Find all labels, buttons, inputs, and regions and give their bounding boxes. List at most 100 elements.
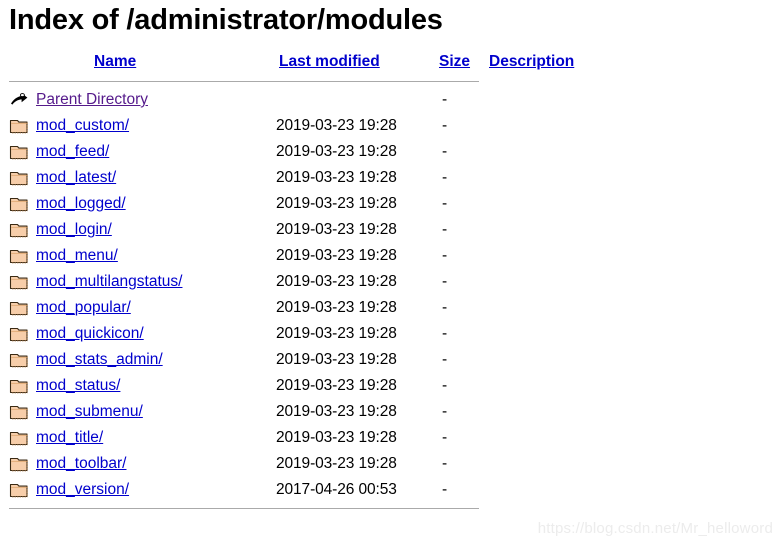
directory-link[interactable]: mod_login/ (36, 221, 112, 238)
directory-link[interactable]: mod_multilangstatus/ (36, 273, 182, 290)
row-last-modified-cell: 2019-03-23 19:28 (276, 117, 397, 134)
table-row[interactable]: mod_menu/ 2019-03-23 19:28 - (9, 243, 579, 269)
directory-link[interactable]: mod_feed/ (36, 143, 109, 160)
horizontal-rule-top (9, 81, 479, 82)
row-description-cell (486, 451, 579, 477)
directory-link[interactable]: mod_quickicon/ (36, 325, 144, 342)
table-bottom-rule-cell (9, 503, 579, 512)
column-header-icon (9, 49, 36, 77)
directory-link[interactable]: mod_latest/ (36, 169, 116, 186)
row-description-cell (486, 373, 579, 399)
row-description-cell (486, 217, 579, 243)
row-icon-cell (9, 165, 36, 191)
row-size-cell: - (442, 325, 448, 342)
directory-link[interactable]: mod_custom/ (36, 117, 129, 134)
folder-icon (9, 428, 29, 448)
row-size-cell: - (442, 195, 448, 212)
folder-icon (9, 350, 29, 370)
table-row[interactable]: mod_version/ 2017-04-26 00:53 - (9, 477, 579, 503)
table-top-rule-row (9, 77, 579, 87)
folder-icon (9, 194, 29, 214)
row-last-modified-cell: 2019-03-23 19:28 (276, 403, 397, 420)
parent-directory-link[interactable]: Parent Directory (36, 91, 148, 108)
row-size-cell: - (442, 299, 448, 316)
directory-link[interactable]: mod_logged/ (36, 195, 126, 212)
row-icon-cell (9, 243, 36, 269)
directory-link[interactable]: mod_title/ (36, 429, 103, 446)
table-row[interactable]: mod_popular/ 2019-03-23 19:28 - (9, 295, 579, 321)
row-icon-cell (9, 347, 36, 373)
page-title: Index of /administrator/modules (9, 4, 443, 36)
row-name-cell: mod_menu/ (36, 243, 276, 269)
row-last-modified-cell: 2019-03-23 19:28 (276, 429, 397, 446)
directory-link[interactable]: mod_popular/ (36, 299, 131, 316)
row-description-cell (486, 269, 579, 295)
folder-icon (9, 376, 29, 396)
row-name-cell: mod_custom/ (36, 113, 276, 139)
folder-icon (9, 116, 29, 136)
sort-by-name-link[interactable]: Name (94, 53, 136, 70)
row-last-modified-cell: 2019-03-23 19:28 (276, 247, 397, 264)
row-name-cell: mod_submenu/ (36, 399, 276, 425)
row-last-modified-cell: 2019-03-23 19:28 (276, 143, 397, 160)
table-row[interactable]: mod_quickicon/ 2019-03-23 19:28 - (9, 321, 579, 347)
row-description-cell (486, 321, 579, 347)
row-description-cell (486, 191, 579, 217)
row-description-cell (486, 347, 579, 373)
directory-link[interactable]: mod_status/ (36, 377, 120, 394)
column-header-size: Size (436, 49, 486, 77)
row-size-cell: - (442, 143, 448, 160)
table-row[interactable]: mod_logged/ 2019-03-23 19:28 - (9, 191, 579, 217)
row-name-cell: mod_latest/ (36, 165, 276, 191)
row-description-cell (486, 243, 579, 269)
directory-link[interactable]: mod_menu/ (36, 247, 118, 264)
row-name-cell: mod_feed/ (36, 139, 276, 165)
row-icon-cell (9, 217, 36, 243)
row-last-modified-cell: 2019-03-23 19:28 (276, 351, 397, 368)
table-row[interactable]: mod_custom/ 2019-03-23 19:28 - (9, 113, 579, 139)
row-last-modified-cell: 2019-03-23 19:28 (276, 273, 397, 290)
sort-by-last-modified-link[interactable]: Last modified (279, 53, 380, 70)
row-name-cell: mod_popular/ (36, 295, 276, 321)
sort-by-size-link[interactable]: Size (439, 53, 470, 70)
directory-link[interactable]: mod_toolbar/ (36, 455, 126, 472)
directory-index-body: Name Last modified Size Description Pare… (9, 49, 579, 512)
row-size-cell: - (442, 247, 448, 264)
row-last-modified-cell: 2017-04-26 00:53 (276, 481, 397, 498)
table-row[interactable]: mod_feed/ 2019-03-23 19:28 - (9, 139, 579, 165)
table-row[interactable]: mod_status/ 2019-03-23 19:28 - (9, 373, 579, 399)
table-row[interactable]: mod_login/ 2019-03-23 19:28 - (9, 217, 579, 243)
row-last-modified-cell: 2019-03-23 19:28 (276, 169, 397, 186)
row-size-cell: - (442, 429, 448, 446)
row-size-cell: - (442, 169, 448, 186)
row-name-cell: mod_toolbar/ (36, 451, 276, 477)
folder-icon (9, 272, 29, 292)
directory-index-table: Name Last modified Size Description Pare… (9, 49, 579, 512)
directory-link[interactable]: mod_version/ (36, 481, 129, 498)
row-description-cell (486, 477, 579, 503)
table-header-row: Name Last modified Size Description (9, 49, 579, 77)
row-name-cell: mod_title/ (36, 425, 276, 451)
table-row[interactable]: mod_stats_admin/ 2019-03-23 19:28 - (9, 347, 579, 373)
row-icon-cell (9, 321, 36, 347)
back-arrow-icon (9, 90, 29, 110)
table-row[interactable]: mod_submenu/ 2019-03-23 19:28 - (9, 399, 579, 425)
row-icon-cell (9, 269, 36, 295)
directory-link[interactable]: mod_stats_admin/ (36, 351, 163, 368)
table-row[interactable]: mod_toolbar/ 2019-03-23 19:28 - (9, 451, 579, 477)
row-description-cell (486, 165, 579, 191)
table-row[interactable]: mod_latest/ 2019-03-23 19:28 - (9, 165, 579, 191)
folder-icon (9, 402, 29, 422)
folder-icon (9, 480, 29, 500)
table-row[interactable]: mod_multilangstatus/ 2019-03-23 19:28 - (9, 269, 579, 295)
table-row[interactable]: mod_title/ 2019-03-23 19:28 - (9, 425, 579, 451)
row-size-cell: - (442, 221, 448, 238)
row-name-cell: mod_login/ (36, 217, 276, 243)
sort-by-description-link[interactable]: Description (489, 53, 574, 70)
column-header-last-modified: Last modified (276, 49, 436, 77)
row-description-cell (486, 87, 579, 113)
table-row[interactable]: Parent Directory - (9, 87, 579, 113)
table-top-rule-cell (9, 77, 579, 87)
directory-link[interactable]: mod_submenu/ (36, 403, 143, 420)
row-name-cell: mod_logged/ (36, 191, 276, 217)
